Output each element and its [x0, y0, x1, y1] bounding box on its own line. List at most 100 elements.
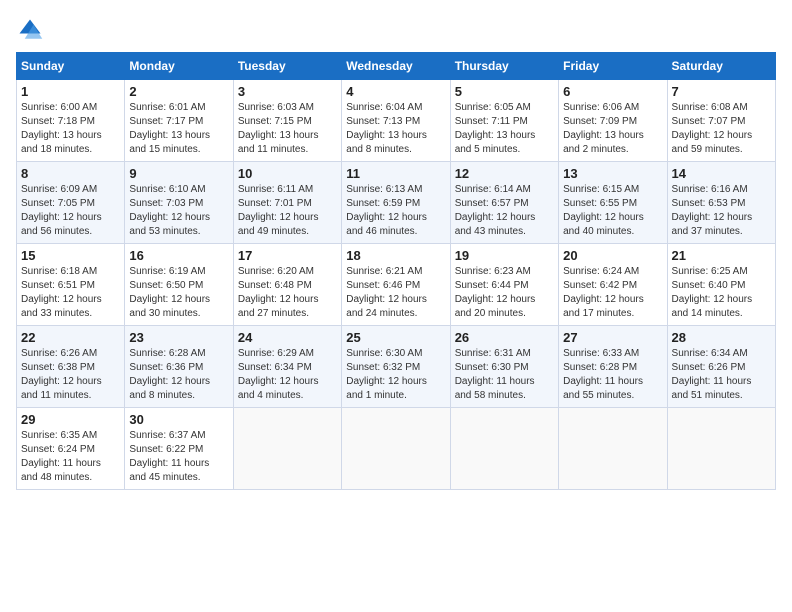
- day-info: Sunrise: 6:20 AM Sunset: 6:48 PM Dayligh…: [238, 265, 337, 321]
- day-number: 26: [455, 330, 554, 345]
- day-number: 22: [21, 330, 120, 345]
- calendar-cell: 15 Sunrise: 6:18 AM Sunset: 6:51 PM Dayli…: [17, 244, 125, 326]
- day-info: Sunrise: 6:19 AM Sunset: 6:50 PM Dayligh…: [129, 265, 228, 321]
- calendar-cell: 23 Sunrise: 6:28 AM Sunset: 6:36 PM Dayli…: [125, 326, 233, 408]
- day-number: 15: [21, 248, 120, 263]
- day-number: 2: [129, 84, 228, 99]
- calendar-cell: 17 Sunrise: 6:20 AM Sunset: 6:48 PM Dayli…: [233, 244, 341, 326]
- day-info: Sunrise: 6:01 AM Sunset: 7:17 PM Dayligh…: [129, 101, 228, 157]
- day-number: 25: [346, 330, 445, 345]
- day-number: 29: [21, 412, 120, 427]
- week-row-5: 29 Sunrise: 6:35 AM Sunset: 6:24 PM Dayli…: [17, 408, 776, 490]
- day-number: 18: [346, 248, 445, 263]
- logo: [16, 16, 48, 44]
- day-number: 3: [238, 84, 337, 99]
- day-info: Sunrise: 6:35 AM Sunset: 6:24 PM Dayligh…: [21, 429, 120, 485]
- calendar-cell: 19 Sunrise: 6:23 AM Sunset: 6:44 PM Dayli…: [450, 244, 558, 326]
- calendar-body: 1Sunrise: 6:00 AM Sunset: 7:18 PM Daylig…: [17, 80, 776, 490]
- calendar-cell: 28Sunrise: 6:34 AM Sunset: 6:26 PM Dayli…: [667, 326, 775, 408]
- column-header-monday: Monday: [125, 53, 233, 80]
- day-info: Sunrise: 6:11 AM Sunset: 7:01 PM Dayligh…: [238, 183, 337, 239]
- calendar-cell: 2 Sunrise: 6:01 AM Sunset: 7:17 PM Daylig…: [125, 80, 233, 162]
- week-row-4: 22 Sunrise: 6:26 AM Sunset: 6:38 PM Dayli…: [17, 326, 776, 408]
- calendar-cell: [559, 408, 667, 490]
- calendar-cell: 21 Sunrise: 6:25 AM Sunset: 6:40 PM Dayli…: [667, 244, 775, 326]
- day-info: Sunrise: 6:09 AM Sunset: 7:05 PM Dayligh…: [21, 183, 120, 239]
- day-number: 14: [672, 166, 771, 181]
- calendar-cell: 22 Sunrise: 6:26 AM Sunset: 6:38 PM Dayli…: [17, 326, 125, 408]
- day-info: Sunrise: 6:16 AM Sunset: 6:53 PM Dayligh…: [672, 183, 771, 239]
- calendar-cell: 20 Sunrise: 6:24 AM Sunset: 6:42 PM Dayli…: [559, 244, 667, 326]
- calendar-cell: 24Sunrise: 6:29 AM Sunset: 6:34 PM Dayli…: [233, 326, 341, 408]
- day-number: 12: [455, 166, 554, 181]
- day-number: 7: [672, 84, 771, 99]
- day-info: Sunrise: 6:24 AM Sunset: 6:42 PM Dayligh…: [563, 265, 662, 321]
- column-header-sunday: Sunday: [17, 53, 125, 80]
- day-number: 9: [129, 166, 228, 181]
- day-info: Sunrise: 6:26 AM Sunset: 6:38 PM Dayligh…: [21, 347, 120, 403]
- column-header-thursday: Thursday: [450, 53, 558, 80]
- day-info: Sunrise: 6:33 AM Sunset: 6:28 PM Dayligh…: [563, 347, 662, 403]
- day-info: Sunrise: 6:14 AM Sunset: 6:57 PM Dayligh…: [455, 183, 554, 239]
- day-info: Sunrise: 6:30 AM Sunset: 6:32 PM Dayligh…: [346, 347, 445, 403]
- calendar-cell: 4 Sunrise: 6:04 AM Sunset: 7:13 PM Daylig…: [342, 80, 450, 162]
- day-info: Sunrise: 6:15 AM Sunset: 6:55 PM Dayligh…: [563, 183, 662, 239]
- day-info: Sunrise: 6:18 AM Sunset: 6:51 PM Dayligh…: [21, 265, 120, 321]
- day-number: 19: [455, 248, 554, 263]
- calendar-table: SundayMondayTuesdayWednesdayThursdayFrid…: [16, 52, 776, 490]
- calendar-cell: 1Sunrise: 6:00 AM Sunset: 7:18 PM Daylig…: [17, 80, 125, 162]
- logo-icon: [16, 16, 44, 44]
- day-number: 30: [129, 412, 228, 427]
- calendar-cell: 8 Sunrise: 6:09 AM Sunset: 7:05 PM Daylig…: [17, 162, 125, 244]
- calendar-cell: 27 Sunrise: 6:33 AM Sunset: 6:28 PM Dayli…: [559, 326, 667, 408]
- week-row-2: 8 Sunrise: 6:09 AM Sunset: 7:05 PM Daylig…: [17, 162, 776, 244]
- calendar-cell: 12 Sunrise: 6:14 AM Sunset: 6:57 PM Dayli…: [450, 162, 558, 244]
- calendar-cell: 10 Sunrise: 6:11 AM Sunset: 7:01 PM Dayli…: [233, 162, 341, 244]
- calendar-cell: 18 Sunrise: 6:21 AM Sunset: 6:46 PM Dayli…: [342, 244, 450, 326]
- calendar-cell: 7 Sunrise: 6:08 AM Sunset: 7:07 PM Daylig…: [667, 80, 775, 162]
- day-number: 17: [238, 248, 337, 263]
- week-row-1: 1Sunrise: 6:00 AM Sunset: 7:18 PM Daylig…: [17, 80, 776, 162]
- day-number: 16: [129, 248, 228, 263]
- column-header-saturday: Saturday: [667, 53, 775, 80]
- column-header-tuesday: Tuesday: [233, 53, 341, 80]
- day-info: Sunrise: 6:13 AM Sunset: 6:59 PM Dayligh…: [346, 183, 445, 239]
- day-info: Sunrise: 6:05 AM Sunset: 7:11 PM Dayligh…: [455, 101, 554, 157]
- calendar-cell: [667, 408, 775, 490]
- day-number: 8: [21, 166, 120, 181]
- calendar-cell: 6 Sunrise: 6:06 AM Sunset: 7:09 PM Daylig…: [559, 80, 667, 162]
- day-info: Sunrise: 6:03 AM Sunset: 7:15 PM Dayligh…: [238, 101, 337, 157]
- day-info: Sunrise: 6:23 AM Sunset: 6:44 PM Dayligh…: [455, 265, 554, 321]
- day-info: Sunrise: 6:34 AM Sunset: 6:26 PM Dayligh…: [672, 347, 771, 403]
- day-info: Sunrise: 6:37 AM Sunset: 6:22 PM Dayligh…: [129, 429, 228, 485]
- day-info: Sunrise: 6:08 AM Sunset: 7:07 PM Dayligh…: [672, 101, 771, 157]
- day-info: Sunrise: 6:10 AM Sunset: 7:03 PM Dayligh…: [129, 183, 228, 239]
- calendar-cell: 3 Sunrise: 6:03 AM Sunset: 7:15 PM Daylig…: [233, 80, 341, 162]
- calendar-cell: 13 Sunrise: 6:15 AM Sunset: 6:55 PM Dayli…: [559, 162, 667, 244]
- day-number: 4: [346, 84, 445, 99]
- calendar-cell: 30 Sunrise: 6:37 AM Sunset: 6:22 PM Dayli…: [125, 408, 233, 490]
- day-number: 27: [563, 330, 662, 345]
- calendar-cell: 11Sunrise: 6:13 AM Sunset: 6:59 PM Dayli…: [342, 162, 450, 244]
- calendar-cell: 26Sunrise: 6:31 AM Sunset: 6:30 PM Dayli…: [450, 326, 558, 408]
- day-number: 23: [129, 330, 228, 345]
- day-info: Sunrise: 6:21 AM Sunset: 6:46 PM Dayligh…: [346, 265, 445, 321]
- day-info: Sunrise: 6:00 AM Sunset: 7:18 PM Dayligh…: [21, 101, 120, 157]
- header-row: SundayMondayTuesdayWednesdayThursdayFrid…: [17, 53, 776, 80]
- day-number: 21: [672, 248, 771, 263]
- calendar-cell: 29 Sunrise: 6:35 AM Sunset: 6:24 PM Dayli…: [17, 408, 125, 490]
- calendar-cell: [450, 408, 558, 490]
- calendar-cell: 16 Sunrise: 6:19 AM Sunset: 6:50 PM Dayli…: [125, 244, 233, 326]
- day-info: Sunrise: 6:25 AM Sunset: 6:40 PM Dayligh…: [672, 265, 771, 321]
- day-number: 24: [238, 330, 337, 345]
- day-info: Sunrise: 6:06 AM Sunset: 7:09 PM Dayligh…: [563, 101, 662, 157]
- page-header: [16, 16, 776, 44]
- day-info: Sunrise: 6:04 AM Sunset: 7:13 PM Dayligh…: [346, 101, 445, 157]
- day-number: 20: [563, 248, 662, 263]
- day-number: 13: [563, 166, 662, 181]
- day-info: Sunrise: 6:28 AM Sunset: 6:36 PM Dayligh…: [129, 347, 228, 403]
- calendar-header: SundayMondayTuesdayWednesdayThursdayFrid…: [17, 53, 776, 80]
- day-number: 10: [238, 166, 337, 181]
- calendar-cell: 9 Sunrise: 6:10 AM Sunset: 7:03 PM Daylig…: [125, 162, 233, 244]
- day-number: 6: [563, 84, 662, 99]
